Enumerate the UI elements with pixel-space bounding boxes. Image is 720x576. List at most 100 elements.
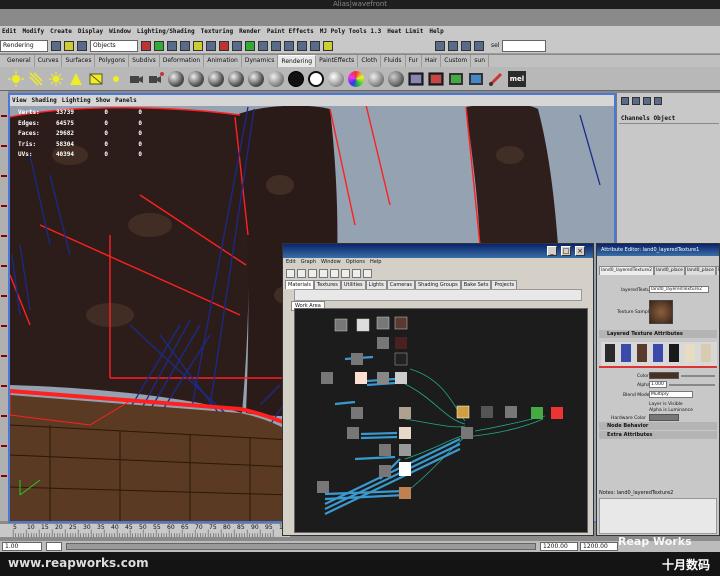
color-slider[interactable] [681,375,715,377]
vp-menu-lighting[interactable]: Lighting [62,95,91,106]
vp-menu-show[interactable]: Show [96,95,110,106]
ae-tab-c[interactable]: land0_c [715,266,719,275]
notes-field[interactable] [599,498,717,534]
open-scene-icon[interactable] [64,40,74,51]
alpha-slider[interactable] [669,384,715,386]
snap-view-plane-icon[interactable] [310,40,320,51]
channel-box-toggle-icon[interactable] [621,97,629,105]
directional-light-icon[interactable] [28,71,44,87]
hair-tube-shader-icon[interactable] [388,70,404,87]
render-view-icon[interactable] [435,40,445,51]
quick-selection-field[interactable] [502,39,547,52]
shelf-tab-curves[interactable]: Curves [35,55,63,67]
mask-dynamics-icon[interactable] [245,40,255,51]
tool-box-icons[interactable] [1,101,7,481]
render-current-frame-icon[interactable] [428,71,444,87]
layered-shader-icon[interactable] [248,70,264,87]
ipr-render-shelf-icon[interactable] [408,71,424,87]
hs-tab-materials[interactable]: Materials [285,280,314,289]
shelf-tab-cloth[interactable]: Cloth [358,55,381,67]
selection-mask-dropdown[interactable]: Objects [90,39,138,52]
range-start-field[interactable]: 1.00 [2,542,42,551]
shelf-tab-rendering[interactable]: Rendering [278,55,317,67]
attribute-editor-title[interactable]: Attribute Editor: land0_layeredTexture1 [597,244,719,256]
menu-texturing[interactable]: Texturing [201,26,234,38]
shading-network-graph[interactable] [295,309,589,534]
vp-menu-shading[interactable]: Shading [31,95,56,106]
shading-map-icon[interactable] [288,70,304,87]
hs-clear-graph-icon[interactable] [330,268,339,278]
tool-settings-toggle-icon[interactable] [654,97,662,105]
playback-end-field[interactable]: 1200.00 [580,542,618,551]
menu-heat-limit[interactable]: Heat Limit [387,26,423,38]
vp-menu-view[interactable]: View [12,95,26,106]
layer-swatch-strip[interactable] [601,342,717,366]
snap-grid-icon[interactable] [271,40,281,51]
shelf-tab-hair[interactable]: Hair [422,55,442,67]
shelf-tab-surfaces[interactable]: Surfaces [62,55,96,67]
menu-modify[interactable]: Modify [22,26,44,38]
shelf-tab-deformation[interactable]: Deformation [160,55,205,67]
range-slider-bar[interactable] [66,543,536,550]
select-hierarchy-icon[interactable] [141,40,151,51]
hs-show-bottom-tabs-icon[interactable] [308,268,317,278]
save-scene-icon[interactable] [77,40,87,51]
blend-mode-dropdown[interactable]: Multiply [649,391,693,398]
hs-tab-textures[interactable]: Textures [313,280,341,289]
mask-rendering-icon[interactable] [258,40,268,51]
select-component-icon[interactable] [167,40,177,51]
hs-rearrange-graph-icon[interactable] [341,268,350,278]
time-slider[interactable]: 5101520253035404550556065707580859095100 [0,523,290,537]
hs-tab-lights[interactable]: Lights [365,280,387,289]
extra-attributes-section[interactable]: Extra Attributes [599,431,717,439]
spot-light-icon[interactable] [68,71,84,87]
shelf-tab-dynamics[interactable]: Dynamics [242,55,279,67]
hs-tab-cameras[interactable]: Cameras [386,280,415,289]
hs-show-both-tabs-icon[interactable] [319,268,328,278]
hs-menu-edit[interactable]: Edit [286,258,296,266]
render-globals-icon[interactable] [474,40,484,51]
layer-editor-toggle-icon[interactable] [643,97,651,105]
ae-tab-place-1[interactable]: land0_place [653,266,685,275]
shelf-tab-general[interactable]: General [4,55,35,67]
node-behavior-section[interactable]: Node Behavior [599,422,717,430]
channel-box-tabs[interactable]: Channels Object [621,115,675,122]
anisotropic-material-icon[interactable] [268,70,284,87]
ipr-render-icon[interactable] [461,40,471,51]
render-frame-icon[interactable] [448,40,458,51]
playback-start-field[interactable] [46,542,62,551]
hs-tab-projects[interactable]: Projects [491,280,518,289]
hs-show-top-tabs-icon[interactable] [297,268,306,278]
mel-script-icon[interactable]: mel [508,70,526,87]
menu-edit[interactable]: Edit [2,26,16,38]
menu-set-dropdown[interactable]: Rendering [0,39,48,52]
maximize-button[interactable]: □ [561,246,571,256]
ocean-shader-icon[interactable] [368,70,384,87]
shelf-tab-polygons[interactable]: Polygons [95,55,130,67]
menu-help[interactable]: Help [429,26,443,38]
mask-deformations-icon[interactable] [232,40,242,51]
hs-toggle-create-bar-icon[interactable] [286,268,295,278]
hs-output-connections-icon[interactable] [363,268,372,278]
lambert-material-icon[interactable] [228,70,244,87]
vp-menu-panels[interactable]: Panels [115,95,137,106]
paint-brush-icon[interactable] [488,71,504,87]
menu-lighting-shading[interactable]: Lighting/Shading [137,26,195,38]
hs-menu-options[interactable]: Options [346,258,365,266]
shelf-tab-subdivs[interactable]: Subdivs [129,55,160,67]
ae-tab-layered-texture[interactable]: land0_layeredTexture2 [599,266,654,275]
hs-input-connections-icon[interactable] [352,268,361,278]
hs-menu-graph[interactable]: Graph [301,258,316,266]
menu-paint-effects[interactable]: Paint Effects [267,26,314,38]
point-light-icon[interactable] [48,71,64,87]
hypershade-work-area[interactable] [294,308,588,533]
mask-handles-icon[interactable] [180,40,190,51]
minimize-button[interactable]: _ [547,246,557,256]
layered-texture-attributes-section[interactable]: Layered Texture Attributes [599,330,717,338]
hardware-color-swatch[interactable] [649,414,679,421]
select-object-icon[interactable] [154,40,164,51]
alpha-field[interactable]: 1.000 [649,381,667,388]
shelf-tab-fur[interactable]: Fur [406,55,422,67]
shelf-tab-sun[interactable]: sun [471,55,489,67]
blinn-material-icon[interactable] [168,70,184,87]
